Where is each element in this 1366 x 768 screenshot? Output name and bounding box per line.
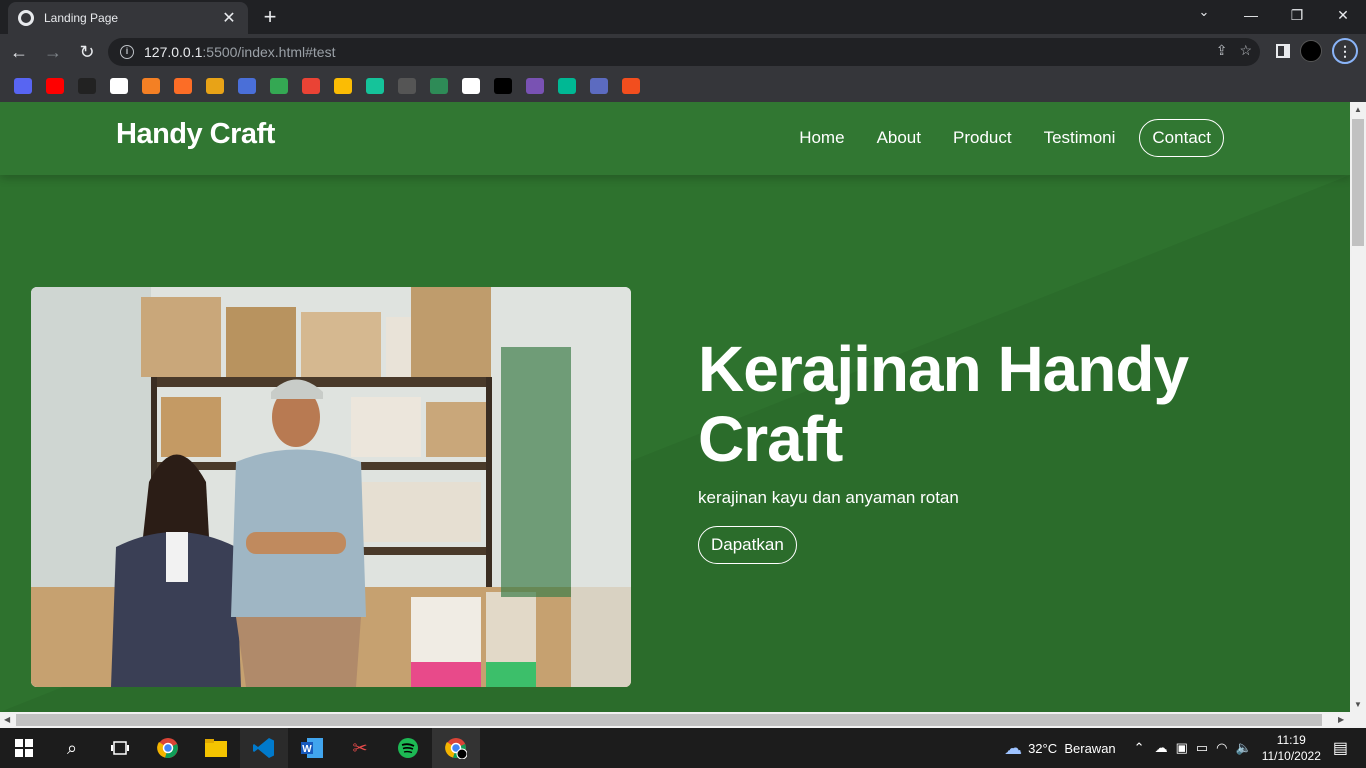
browser-tab[interactable]: Landing Page ✕ — [8, 2, 248, 34]
forward-arrow-icon[interactable]: → — [38, 37, 68, 67]
search-icon[interactable]: ⌕ — [48, 728, 96, 768]
bookmark-figma-icon[interactable] — [622, 78, 640, 94]
clock-time: 11:19 — [1276, 733, 1306, 747]
bookmark-laptop-icon[interactable] — [78, 78, 96, 94]
horizontal-scrollbar[interactable]: ◀ ▶ — [0, 712, 1366, 728]
brand-logo[interactable]: Handy Craft — [116, 118, 275, 151]
chevron-up-icon[interactable]: ⌃ — [1134, 740, 1145, 756]
bookmark-gitlab-icon[interactable] — [174, 78, 192, 94]
nav-testimoni[interactable]: Testimoni — [1044, 128, 1116, 148]
back-arrow-icon[interactable]: ← — [4, 37, 34, 67]
tab-search-icon[interactable]: ⌄ — [1192, 4, 1216, 20]
wifi-icon[interactable]: ◠ — [1216, 740, 1227, 756]
hero-title: Kerajinan Handy Craft — [698, 333, 1189, 475]
volume-icon[interactable]: 🔈 — [1236, 740, 1252, 756]
bookmark-gmail-icon[interactable] — [302, 78, 320, 94]
browser-tab-strip: Landing Page ✕ + ⌄ — ❐ ✕ — [0, 0, 1366, 34]
vscode-icon[interactable] — [240, 728, 288, 768]
bookmark-bootstrap-icon[interactable] — [526, 78, 544, 94]
nav-contact-button[interactable]: Contact — [1139, 119, 1224, 157]
hero-subtitle: kerajinan kayu dan anyaman rotan — [698, 488, 959, 507]
globe-icon — [18, 10, 34, 26]
scroll-up-icon[interactable]: ▲ — [1350, 105, 1366, 114]
web-page: Handy Craft Home About Product Testimoni… — [0, 102, 1350, 712]
url-host: 127.0.0.1 — [144, 44, 203, 60]
profile-avatar[interactable] — [1300, 40, 1322, 62]
horizontal-scroll-thumb[interactable] — [16, 714, 1322, 726]
weather-text[interactable]: 32°C Berawan — [1028, 741, 1116, 756]
chrome-taskbar-icon[interactable] — [144, 728, 192, 768]
word-icon[interactable]: W — [288, 728, 336, 768]
address-bar[interactable]: i 127.0.0.1 :5500/index.html#test ⇪ ☆ — [108, 38, 1260, 66]
snipping-tool-icon[interactable]: ✂ — [336, 728, 384, 768]
tab-close-button[interactable]: ✕ — [220, 8, 238, 28]
scroll-left-icon[interactable]: ◀ — [4, 715, 10, 724]
scroll-right-icon[interactable]: ▶ — [1338, 715, 1344, 724]
file-explorer-icon[interactable] — [192, 728, 240, 768]
url-path: :5500/index.html#test — [202, 44, 336, 60]
reload-icon[interactable]: ↻ — [72, 37, 102, 67]
bookmark-medium-icon[interactable] — [494, 78, 512, 94]
bookmark-infinity-icon[interactable] — [206, 78, 224, 94]
vertical-scrollbar[interactable]: ▲ ▼ — [1350, 102, 1366, 712]
bookmark-stackoverflow-icon[interactable] — [142, 78, 160, 94]
bookmark-m-app-icon[interactable] — [430, 78, 448, 94]
clock[interactable]: 11:19 11/10/2022 — [1262, 732, 1321, 764]
dapatkan-button[interactable]: Dapatkan — [698, 526, 797, 564]
notification-icon[interactable]: ▤ — [1333, 738, 1348, 758]
weather-cloud-icon[interactable]: ☁ — [1004, 738, 1022, 759]
bookmark-grammarly-icon[interactable] — [366, 78, 384, 94]
bookmark-github-icon[interactable] — [110, 78, 128, 94]
bookmark-app-blue-icon[interactable] — [238, 78, 256, 94]
info-icon[interactable]: i — [120, 45, 134, 59]
onedrive-icon[interactable]: ☁ — [1155, 740, 1168, 756]
bookmark-youtube-icon[interactable] — [46, 78, 64, 94]
restore-button[interactable]: ❐ — [1274, 0, 1320, 30]
bookmark-star-icon[interactable]: ☆ — [1239, 42, 1252, 59]
nav-product[interactable]: Product — [953, 128, 1012, 148]
svg-text:W: W — [302, 744, 312, 755]
bookmark-circle-app-icon[interactable] — [462, 78, 480, 94]
battery-icon[interactable]: ▭ — [1196, 740, 1208, 756]
minimize-button[interactable]: — — [1228, 0, 1274, 30]
bookmarks-bar — [0, 70, 1366, 102]
windows-start-icon[interactable] — [0, 728, 48, 768]
browser-toolbar: ← → ↻ i 127.0.0.1 :5500/index.html#test … — [0, 34, 1366, 70]
scroll-down-icon[interactable]: ▼ — [1350, 700, 1366, 709]
menu-dots-icon[interactable]: ⋮ — [1332, 38, 1358, 64]
site-navbar: Handy Craft Home About Product Testimoni… — [0, 102, 1350, 175]
nav-home[interactable]: Home — [799, 128, 844, 148]
app-tray-icon[interactable]: ▣ — [1176, 740, 1188, 756]
bookmark-vs-blue-icon[interactable] — [590, 78, 608, 94]
tab-title: Landing Page — [44, 11, 119, 25]
hero-image — [31, 287, 631, 687]
nav-about[interactable]: About — [877, 128, 921, 148]
vertical-scroll-thumb[interactable] — [1352, 119, 1364, 246]
side-panel-icon[interactable] — [1276, 44, 1290, 58]
bookmark-discord-icon[interactable] — [14, 78, 32, 94]
window-close-button[interactable]: ✕ — [1320, 0, 1366, 30]
clock-date: 11/10/2022 — [1261, 749, 1321, 763]
share-icon[interactable]: ⇪ — [1216, 42, 1228, 59]
task-view-icon[interactable] — [96, 728, 144, 768]
chrome-active-taskbar-icon[interactable] — [432, 728, 480, 768]
new-tab-button[interactable]: + — [258, 5, 282, 29]
bookmark-box-icon[interactable] — [398, 78, 416, 94]
bookmark-diamond-icon[interactable] — [558, 78, 576, 94]
windows-taskbar: ⌕ W ✂ ☁ 32°C Berawan ⌃ ☁ ▣ ▭ ◠ 🔈 11:19 1… — [0, 728, 1366, 768]
bookmark-maps-icon[interactable] — [270, 78, 288, 94]
spotify-icon[interactable] — [384, 728, 432, 768]
bookmark-drive-icon[interactable] — [334, 78, 352, 94]
